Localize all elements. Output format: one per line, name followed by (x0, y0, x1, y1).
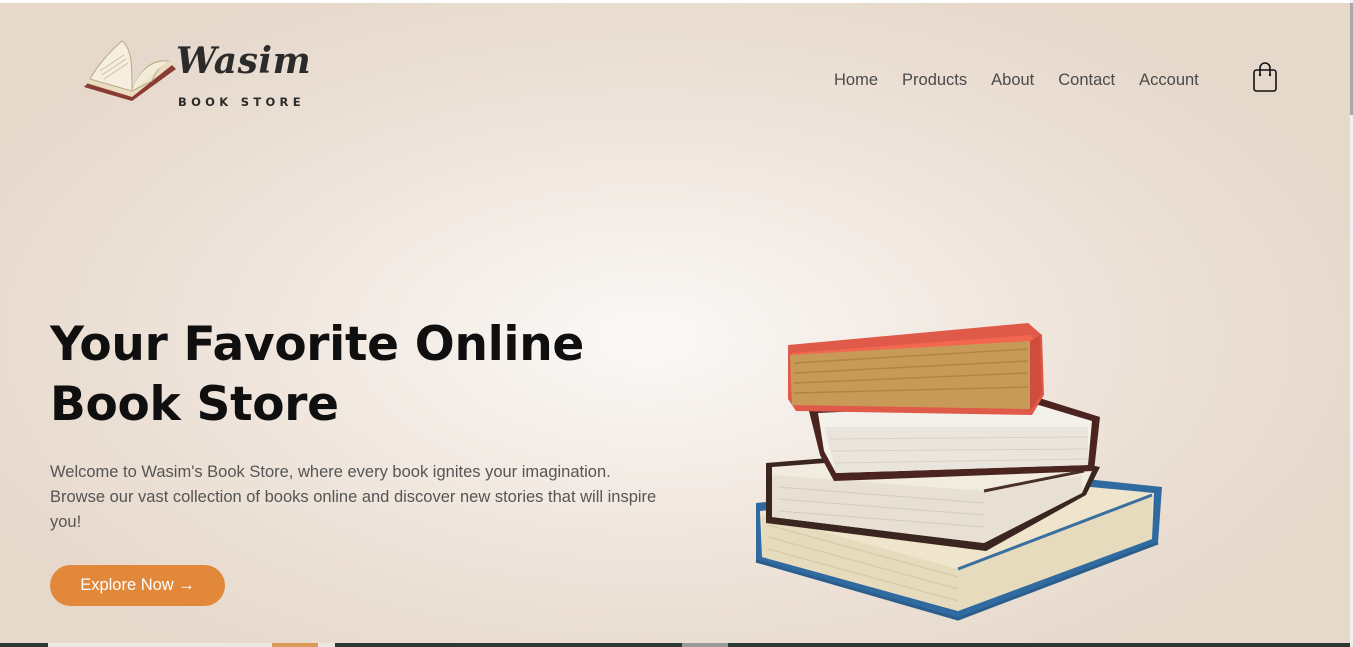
cart-button[interactable] (1251, 62, 1279, 94)
main-nav: Home Products About Contact Account (834, 70, 1223, 90)
open-book-icon (84, 40, 176, 101)
book-stack-illustration (755, 323, 1162, 621)
brand-tagline: BOOK STORE (178, 95, 305, 109)
hero-section: Wasim BOOK STORE Home Products About Con… (0, 3, 1350, 647)
hero-description: Welcome to Wasim's Book Store, where eve… (50, 463, 657, 531)
shopping-bag-icon (1253, 62, 1277, 92)
hero-title-line-1: Your Favorite Online (50, 317, 584, 372)
explore-now-button[interactable]: Explore Now → (50, 565, 225, 606)
nav-link-account[interactable]: Account (1139, 70, 1199, 90)
nav-link-about[interactable]: About (991, 70, 1034, 90)
nav-link-contact[interactable]: Contact (1058, 70, 1115, 90)
brand-name: Wasim (176, 40, 312, 82)
next-section-peek (0, 643, 1350, 647)
brand-logo[interactable]: Wasim BOOK STORE (80, 35, 320, 115)
hero-title-line-2: Book Store (50, 377, 339, 432)
hero-title: Your Favorite Online Book Store (50, 315, 690, 435)
nav-link-products[interactable]: Products (902, 70, 967, 90)
nav-link-home[interactable]: Home (834, 70, 878, 90)
